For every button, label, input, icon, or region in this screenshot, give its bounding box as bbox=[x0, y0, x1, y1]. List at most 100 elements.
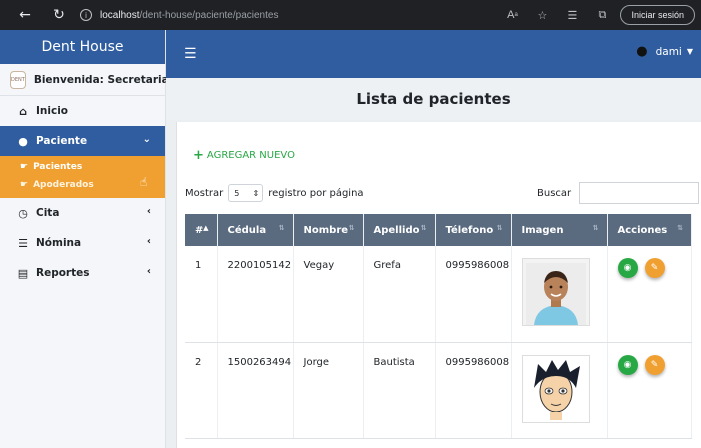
page-title: Lista de pacientes bbox=[356, 90, 511, 108]
cell-apellido: Grefa bbox=[363, 246, 436, 343]
col-apellido[interactable]: Apellido ⇅ bbox=[363, 214, 436, 246]
user-icon: ● bbox=[18, 134, 28, 148]
file-icon: ▤ bbox=[17, 266, 29, 280]
add-new-label: AGREGAR NUEVO bbox=[206, 150, 295, 161]
sidebar-item-label: Nómina bbox=[36, 237, 82, 249]
collections-icon[interactable]: ⧉ bbox=[590, 4, 614, 26]
sort-asc-icon: ▲ bbox=[203, 224, 209, 232]
chevron-left-icon: ‹ bbox=[146, 236, 151, 247]
read-aloud-icon[interactable]: Aa bbox=[500, 4, 524, 26]
sort-icon: ⇅ bbox=[420, 224, 427, 232]
cell-imagen bbox=[511, 246, 608, 343]
welcome-text: Bienvenida: Secretaria bbox=[33, 73, 169, 86]
col-num[interactable]: # ▲ bbox=[185, 214, 218, 246]
cell-num: 1 bbox=[185, 246, 218, 343]
url-path: /dent-house/paciente/pacientes bbox=[139, 9, 279, 21]
sidebar-item-label: Cita bbox=[36, 207, 60, 219]
length-control: Mostrar 5 ⇕ registro por página bbox=[185, 184, 364, 202]
info-icon[interactable]: i bbox=[80, 9, 92, 21]
sidebar-item-inicio[interactable]: ⌂ Inicio bbox=[0, 96, 165, 126]
col-telefono[interactable]: Télefono ⇅ bbox=[435, 214, 512, 246]
table-header-row: # ▲ Cédula ⇅ Nombre ⇅ Apellido ⇅ Télefono ⇅ I… bbox=[185, 214, 692, 246]
patient-photo bbox=[521, 354, 590, 423]
user-menu[interactable]: ● dami ▼ bbox=[636, 44, 693, 59]
sidebar-item-cita[interactable]: ◷ Cita ‹ bbox=[0, 198, 165, 228]
patients-card: + AGREGAR NUEVO Mostrar 5 ⇕ registro por… bbox=[176, 122, 701, 448]
hamburger-menu-icon[interactable]: ☰ bbox=[184, 46, 197, 62]
dental-logo-icon: DENT bbox=[10, 70, 26, 89]
user-panel: DENT Bienvenida: Secretaria bbox=[0, 64, 169, 96]
chevron-down-icon: ⌄ bbox=[142, 134, 151, 145]
cell-telefono: 0995986008 bbox=[435, 342, 512, 439]
favorites-list-icon[interactable]: ☰ bbox=[560, 4, 584, 26]
sidebar-subitem-pacientes[interactable]: ☛ Pacientes bbox=[0, 158, 165, 176]
table-row: 1 2200105142 Vegay Grefa 0995986008 ◉ ✎ bbox=[185, 246, 692, 343]
brand-title[interactable]: Dent House bbox=[0, 30, 165, 64]
view-eye-icon[interactable]: ◉ bbox=[617, 354, 638, 375]
cell-cedula: 1500263494 bbox=[217, 342, 294, 439]
hand-point-icon: ☛ bbox=[20, 162, 29, 172]
sort-icon: ⇅ bbox=[348, 224, 355, 232]
clock-icon: ◷ bbox=[18, 206, 28, 220]
url-host: localhost bbox=[100, 9, 140, 21]
sidebar-item-reportes[interactable]: ▤ Reportes ‹ bbox=[0, 258, 165, 288]
sort-icon: ⇅ bbox=[677, 224, 683, 232]
edit-icon[interactable]: ✎ bbox=[644, 258, 665, 278]
cell-apellido: Bautista bbox=[363, 342, 436, 439]
col-acciones[interactable]: Acciones ⇅ bbox=[607, 214, 692, 246]
cell-num: 2 bbox=[185, 342, 218, 439]
cell-nombre: Vegay bbox=[293, 246, 364, 343]
sidebar-subitem-label: Apoderados bbox=[33, 180, 94, 190]
cell-acciones: ◉ ✎ bbox=[607, 342, 692, 439]
sidebar-item-paciente[interactable]: ● Paciente ⌄ bbox=[0, 126, 165, 156]
sidebar-item-nomina[interactable]: ☰ Nómina ‹ bbox=[0, 228, 165, 258]
browser-toolbar: ← ↻ i localhost /dent-house/paciente/pac… bbox=[0, 0, 701, 30]
search-input[interactable] bbox=[579, 182, 700, 204]
back-arrow-icon[interactable]: ← bbox=[14, 4, 36, 26]
chevron-left-icon: ‹ bbox=[146, 266, 151, 277]
user-avatar-icon: ● bbox=[636, 44, 648, 59]
address-bar[interactable]: i localhost /dent-house/paciente/pacient… bbox=[80, 9, 278, 21]
length-prefix: Mostrar bbox=[185, 187, 224, 199]
plus-icon: + bbox=[193, 148, 204, 163]
caret-down-icon: ▼ bbox=[686, 47, 693, 56]
content-header: Lista de pacientes bbox=[166, 78, 701, 120]
length-suffix: registro por página bbox=[268, 187, 364, 199]
username: dami bbox=[655, 45, 682, 58]
patient-photo bbox=[521, 258, 590, 326]
top-navbar: ☰ ● dami ▼ bbox=[166, 30, 701, 78]
cell-cedula: 2200105142 bbox=[217, 246, 294, 343]
cell-acciones: ◉ ✎ bbox=[607, 246, 692, 343]
cell-imagen bbox=[511, 342, 608, 439]
sort-icon: ⇅ bbox=[278, 224, 285, 232]
sidebar-subitem-label: Pacientes bbox=[33, 162, 83, 172]
col-imagen[interactable]: Imagen ⇅ bbox=[511, 214, 608, 246]
sort-icon: ⇅ bbox=[592, 224, 599, 232]
add-new-button[interactable]: + AGREGAR NUEVO bbox=[193, 148, 295, 163]
table-row: 2 1500263494 Jorge Bautista 0995986008 ◉… bbox=[185, 342, 692, 439]
child-photo-icon bbox=[525, 263, 586, 325]
reload-icon[interactable]: ↻ bbox=[48, 4, 70, 26]
favorite-star-icon[interactable]: ☆ bbox=[530, 4, 554, 26]
cell-nombre: Jorge bbox=[293, 342, 364, 439]
list-icon: ☰ bbox=[18, 236, 28, 250]
sort-icon: ⇅ bbox=[496, 224, 503, 232]
col-nombre[interactable]: Nombre ⇅ bbox=[293, 214, 364, 246]
hand-point-icon: ☛ bbox=[20, 180, 29, 190]
sidebar-item-label: Inicio bbox=[36, 105, 69, 117]
sidebar-item-label: Reportes bbox=[36, 267, 90, 279]
length-value: 5 bbox=[234, 188, 240, 198]
cartoon-avatar-icon bbox=[533, 359, 580, 420]
view-eye-icon[interactable]: ◉ bbox=[617, 258, 638, 278]
login-button[interactable]: Iniciar sesión bbox=[620, 5, 695, 25]
cursor-hand-icon: ☝ bbox=[140, 175, 148, 189]
sidebar: Dent House DENT Bienvenida: Secretaria ⌂… bbox=[0, 30, 169, 448]
updown-icon: ⇕ bbox=[252, 188, 260, 198]
chevron-left-icon: ‹ bbox=[146, 206, 151, 217]
patients-table: # ▲ Cédula ⇅ Nombre ⇅ Apellido ⇅ Télefono ⇅ I… bbox=[185, 214, 692, 439]
col-cedula[interactable]: Cédula ⇅ bbox=[217, 214, 294, 246]
search-control: Buscar bbox=[537, 182, 700, 204]
cell-telefono: 0995986008 bbox=[435, 246, 512, 343]
length-select[interactable]: 5 ⇕ bbox=[228, 184, 264, 202]
edit-icon[interactable]: ✎ bbox=[644, 354, 665, 375]
